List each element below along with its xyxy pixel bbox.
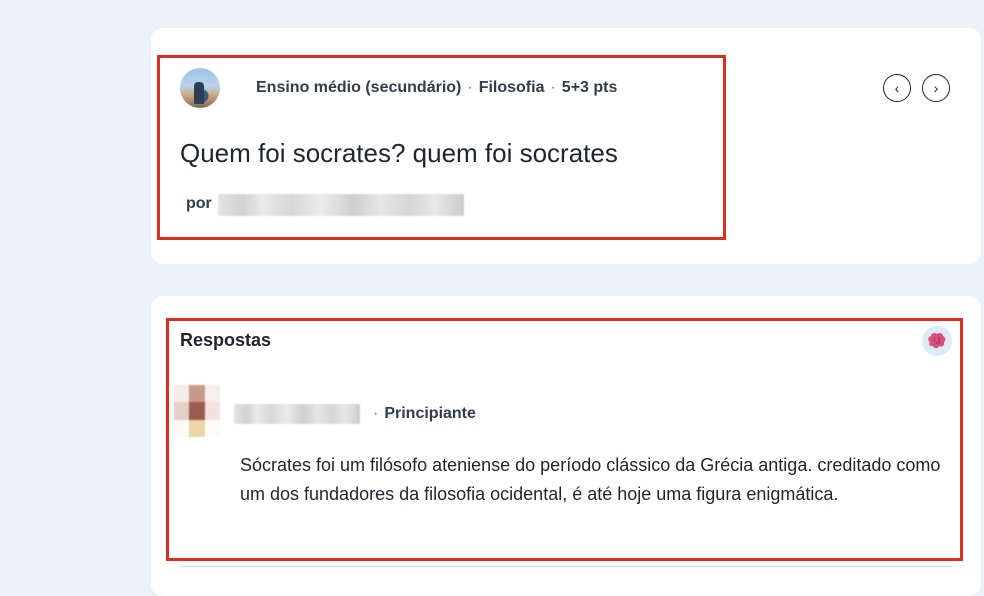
answer-highlight-box	[166, 318, 963, 561]
chevron-left-icon: ‹	[894, 80, 900, 96]
question-highlight-box	[157, 55, 726, 240]
next-question-button[interactable]: ›	[922, 74, 950, 102]
answer-divider	[180, 566, 953, 567]
previous-question-button[interactable]: ‹	[883, 74, 911, 102]
chevron-right-icon: ›	[933, 80, 939, 96]
